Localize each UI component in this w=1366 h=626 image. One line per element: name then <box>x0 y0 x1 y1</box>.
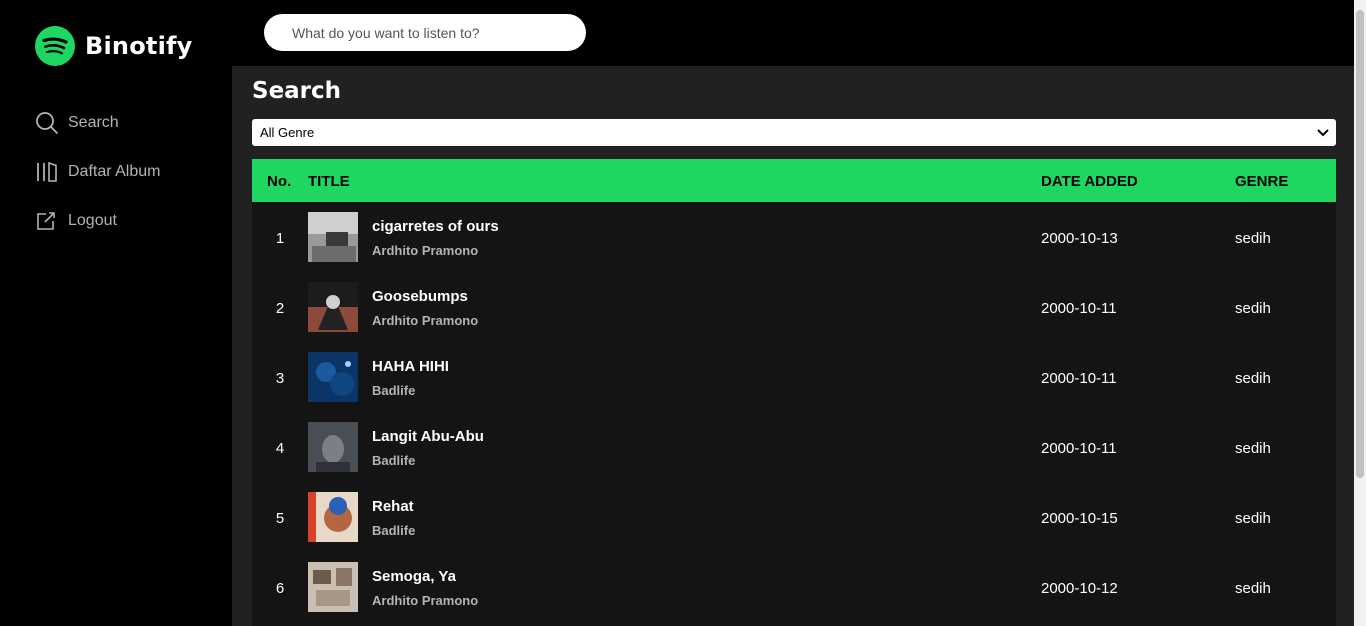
sidebar-item-label: Search <box>68 114 119 131</box>
song-title: Langit Abu-Abu <box>372 428 484 445</box>
genre: sedih <box>1235 370 1271 387</box>
album-cover-image <box>308 422 358 472</box>
genre: sedih <box>1235 580 1271 597</box>
table-row[interactable]: 4 Langit Abu-Abu Badlife 2000-10-11 sedi… <box>252 412 1336 482</box>
brand[interactable]: Binotify <box>35 26 192 66</box>
song-artist: Badlife <box>372 383 416 398</box>
date-added: 2000-10-13 <box>1041 230 1118 247</box>
table-row[interactable]: 5 Rehat Badlife 2000-10-15 sedih <box>252 482 1336 552</box>
album-cover-image <box>308 492 358 542</box>
songs-table: No. TITLE DATE ADDED GENRE 1 cigarretes … <box>252 159 1336 626</box>
genre: sedih <box>1235 440 1271 457</box>
album-cover-image <box>308 562 358 612</box>
table-row[interactable]: 2 Goosebumps Ardhito Pramono 2000-10-11 … <box>252 272 1336 342</box>
table-row[interactable]: 3 HAHA HIHI Badlife 2000-10-11 sedih <box>252 342 1336 412</box>
row-number: 4 <box>275 440 285 457</box>
date-added: 2000-10-12 <box>1041 580 1118 597</box>
external-link-icon <box>35 209 59 233</box>
table-row[interactable]: 6 Semoga, Ya Ardhito Pramono 2000-10-12 … <box>252 552 1336 622</box>
scrollbar-thumb[interactable] <box>1356 10 1364 478</box>
search-input[interactable] <box>264 14 586 51</box>
song-artist: Badlife <box>372 523 416 538</box>
song-artist: Badlife <box>372 453 416 468</box>
header-no: No. <box>267 173 292 190</box>
genre: sedih <box>1235 510 1271 527</box>
row-number: 2 <box>275 300 285 317</box>
sidebar-item-search[interactable]: Search <box>35 108 160 138</box>
library-icon <box>35 160 59 184</box>
row-number: 1 <box>275 230 285 247</box>
header-title[interactable]: TITLE <box>308 173 350 190</box>
brand-name: Binotify <box>85 32 193 60</box>
row-number: 3 <box>275 370 285 387</box>
album-cover-image <box>308 282 358 332</box>
row-number: 5 <box>275 510 285 527</box>
song-artist: Ardhito Pramono <box>372 243 479 258</box>
sidebar-nav: Search Daftar Album Logout <box>35 108 160 255</box>
table-header: No. TITLE DATE ADDED GENRE <box>252 159 1336 202</box>
genre: sedih <box>1235 230 1271 247</box>
date-added: 2000-10-11 <box>1041 370 1117 387</box>
search-icon <box>35 111 59 135</box>
song-title: HAHA HIHI <box>372 358 449 375</box>
album-cover-image <box>308 212 358 262</box>
genre: sedih <box>1235 300 1271 317</box>
date-added: 2000-10-11 <box>1041 440 1117 457</box>
song-title: cigarretes of ours <box>372 218 499 235</box>
sidebar-item-logout[interactable]: Logout <box>35 206 160 236</box>
sidebar: Binotify Search Daftar Album Logout <box>0 0 232 626</box>
sidebar-item-label: Daftar Album <box>68 163 161 180</box>
date-added: 2000-10-11 <box>1041 300 1117 317</box>
header-genre[interactable]: GENRE <box>1235 173 1288 190</box>
header-date-added[interactable]: DATE ADDED <box>1041 173 1138 190</box>
topbar <box>232 0 1354 66</box>
sidebar-item-daftar-album[interactable]: Daftar Album <box>35 157 160 187</box>
song-title: Goosebumps <box>372 288 468 305</box>
page-title: Search <box>252 78 342 104</box>
genre-select[interactable]: All Genre <box>252 119 1336 146</box>
page-scrollbar[interactable] <box>1354 0 1366 626</box>
spotify-logo-icon <box>35 26 75 66</box>
song-artist: Ardhito Pramono <box>372 313 479 328</box>
album-cover-image <box>308 352 358 402</box>
chevron-down-icon <box>1317 129 1329 137</box>
sidebar-item-label: Logout <box>68 212 117 229</box>
song-title: Rehat <box>372 498 414 515</box>
genre-select-value: All Genre <box>260 125 315 140</box>
date-added: 2000-10-15 <box>1041 510 1118 527</box>
row-number: 6 <box>275 580 285 597</box>
app-root: Binotify Search Daftar Album Logout What… <box>0 0 1366 626</box>
song-artist: Ardhito Pramono <box>372 593 479 608</box>
table-row[interactable]: 1 cigarretes of ours Ardhito Pramono 200… <box>252 202 1336 272</box>
song-title: Semoga, Ya <box>372 568 456 585</box>
main-content: Search All Genre No. TITLE DATE ADDED GE… <box>232 66 1354 626</box>
